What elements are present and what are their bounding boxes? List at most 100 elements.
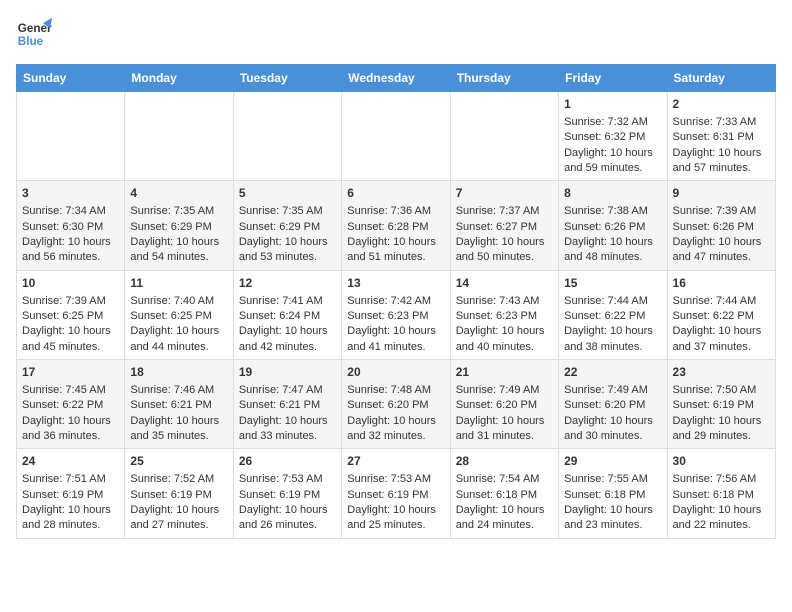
calendar-week-4: 17Sunrise: 7:45 AMSunset: 6:22 PMDayligh… [17,360,776,449]
day-info: Sunrise: 7:44 AM [673,294,770,309]
day-info: Sunrise: 7:51 AM [22,472,119,487]
day-info: Sunrise: 7:56 AM [673,472,770,487]
calendar-week-5: 24Sunrise: 7:51 AMSunset: 6:19 PMDayligh… [17,449,776,538]
svg-text:Blue: Blue [18,35,44,48]
day-info: Sunset: 6:20 PM [456,398,553,413]
day-info: Sunset: 6:29 PM [239,220,336,235]
day-info: Daylight: 10 hours and 31 minutes. [456,414,553,445]
day-number: 12 [239,275,336,292]
day-info: Daylight: 10 hours and 26 minutes. [239,503,336,534]
calendar-day: 27Sunrise: 7:53 AMSunset: 6:19 PMDayligh… [342,449,450,538]
day-info: Sunset: 6:27 PM [456,220,553,235]
day-number: 8 [564,185,661,202]
day-info: Daylight: 10 hours and 51 minutes. [347,235,444,266]
calendar-day: 7Sunrise: 7:37 AMSunset: 6:27 PMDaylight… [450,181,558,270]
day-number: 17 [22,364,119,381]
day-info: Daylight: 10 hours and 38 minutes. [564,324,661,355]
calendar-day: 26Sunrise: 7:53 AMSunset: 6:19 PMDayligh… [233,449,341,538]
day-info: Sunrise: 7:36 AM [347,204,444,219]
calendar-day: 28Sunrise: 7:54 AMSunset: 6:18 PMDayligh… [450,449,558,538]
day-info: Daylight: 10 hours and 35 minutes. [130,414,227,445]
calendar-day [342,92,450,181]
calendar-day: 1Sunrise: 7:32 AMSunset: 6:32 PMDaylight… [559,92,667,181]
calendar-day: 3Sunrise: 7:34 AMSunset: 6:30 PMDaylight… [17,181,125,270]
day-header-sunday: Sunday [17,65,125,92]
calendar-day: 30Sunrise: 7:56 AMSunset: 6:18 PMDayligh… [667,449,775,538]
day-info: Sunrise: 7:53 AM [239,472,336,487]
day-number: 19 [239,364,336,381]
day-info: Sunrise: 7:41 AM [239,294,336,309]
day-number: 25 [130,453,227,470]
day-number: 30 [673,453,770,470]
day-info: Daylight: 10 hours and 41 minutes. [347,324,444,355]
calendar-table: SundayMondayTuesdayWednesdayThursdayFrid… [16,64,776,539]
calendar-day: 20Sunrise: 7:48 AMSunset: 6:20 PMDayligh… [342,360,450,449]
calendar-day: 19 Sunrise: 7:47 AMSunset: 6:21 PMDayligh… [233,360,341,449]
day-info: Daylight: 10 hours and 25 minutes. [347,503,444,534]
day-number: 11 [130,275,227,292]
day-header-wednesday: Wednesday [342,65,450,92]
day-number: 23 [673,364,770,381]
day-number: 7 [456,185,553,202]
day-info: Daylight: 10 hours and 23 minutes. [564,503,661,534]
day-info: Daylight: 10 hours and 56 minutes. [22,235,119,266]
day-info: Sunset: 6:21 PM [239,398,336,413]
day-number: 4 [130,185,227,202]
calendar-day: 4Sunrise: 7:35 AMSunset: 6:29 PMDaylight… [125,181,233,270]
day-info: Daylight: 10 hours and 24 minutes. [456,503,553,534]
day-info: Sunrise: 7:47 AM [239,383,336,398]
calendar-header-row: SundayMondayTuesdayWednesdayThursdayFrid… [17,65,776,92]
day-info: Daylight: 10 hours and 30 minutes. [564,414,661,445]
calendar-day: 10Sunrise: 7:39 AMSunset: 6:25 PMDayligh… [17,270,125,359]
day-info: Sunrise: 7:35 AM [239,204,336,219]
day-number: 3 [22,185,119,202]
day-info: Sunrise: 7:44 AM [564,294,661,309]
calendar-day: 24Sunrise: 7:51 AMSunset: 6:19 PMDayligh… [17,449,125,538]
day-info: Sunset: 6:25 PM [22,309,119,324]
calendar-week-1: 1Sunrise: 7:32 AMSunset: 6:32 PMDaylight… [17,92,776,181]
day-header-saturday: Saturday [667,65,775,92]
day-header-thursday: Thursday [450,65,558,92]
calendar-week-2: 3Sunrise: 7:34 AMSunset: 6:30 PMDaylight… [17,181,776,270]
day-number: 27 [347,453,444,470]
day-number: 10 [22,275,119,292]
logo-icon: General Blue [16,16,52,52]
day-info: Sunrise: 7:43 AM [456,294,553,309]
day-info: Daylight: 10 hours and 33 minutes. [239,414,336,445]
day-info: Daylight: 10 hours and 42 minutes. [239,324,336,355]
calendar-day: 2Sunrise: 7:33 AMSunset: 6:31 PMDaylight… [667,92,775,181]
day-number: 5 [239,185,336,202]
day-info: Sunrise: 7:39 AM [673,204,770,219]
calendar-day: 17Sunrise: 7:45 AMSunset: 6:22 PMDayligh… [17,360,125,449]
day-info: Sunset: 6:32 PM [564,130,661,145]
day-info: Daylight: 10 hours and 54 minutes. [130,235,227,266]
day-info: Sunrise: 7:38 AM [564,204,661,219]
day-info: Daylight: 10 hours and 36 minutes. [22,414,119,445]
day-info: Sunrise: 7:50 AM [673,383,770,398]
calendar-day: 12Sunrise: 7:41 AMSunset: 6:24 PMDayligh… [233,270,341,359]
day-info: Sunset: 6:22 PM [564,309,661,324]
calendar-day: 15Sunrise: 7:44 AMSunset: 6:22 PMDayligh… [559,270,667,359]
day-header-tuesday: Tuesday [233,65,341,92]
day-info: Daylight: 10 hours and 28 minutes. [22,503,119,534]
day-info: Sunrise: 7:33 AM [673,115,770,130]
calendar-day: 16Sunrise: 7:44 AMSunset: 6:22 PMDayligh… [667,270,775,359]
day-number: 13 [347,275,444,292]
day-info: Sunrise: 7:46 AM [130,383,227,398]
day-info: Sunrise: 7:48 AM [347,383,444,398]
calendar-day: 6Sunrise: 7:36 AMSunset: 6:28 PMDaylight… [342,181,450,270]
calendar-day: 11Sunrise: 7:40 AMSunset: 6:25 PMDayligh… [125,270,233,359]
logo: General Blue [16,16,52,52]
day-number: 14 [456,275,553,292]
day-number: 18 [130,364,227,381]
day-info: Sunset: 6:30 PM [22,220,119,235]
calendar-day: 8Sunrise: 7:38 AMSunset: 6:26 PMDaylight… [559,181,667,270]
day-info: Sunrise: 7:42 AM [347,294,444,309]
day-info: Sunset: 6:21 PM [130,398,227,413]
day-info: Sunrise: 7:35 AM [130,204,227,219]
day-info: Sunset: 6:19 PM [673,398,770,413]
day-info: Sunset: 6:18 PM [456,488,553,503]
day-info: Sunset: 6:20 PM [564,398,661,413]
calendar-day: 23Sunrise: 7:50 AMSunset: 6:19 PMDayligh… [667,360,775,449]
page-header: General Blue [16,16,776,52]
